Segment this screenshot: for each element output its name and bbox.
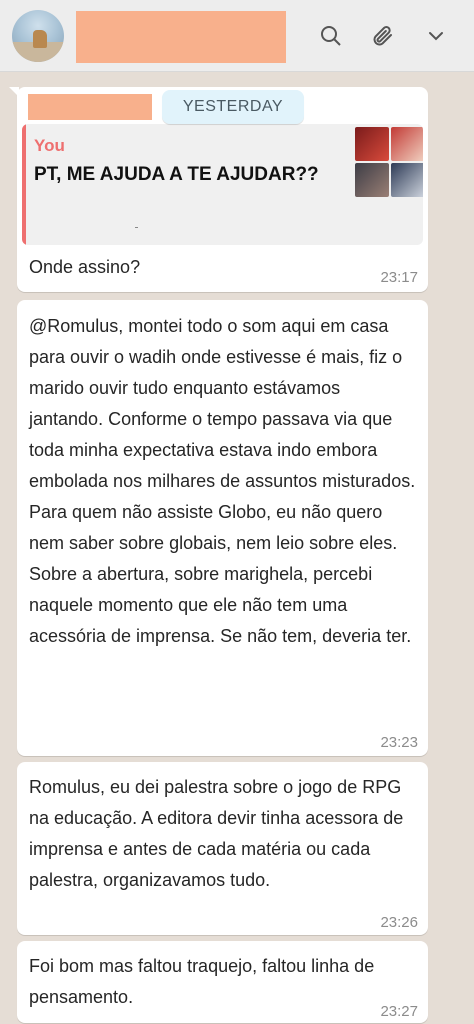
chat-header (0, 0, 474, 72)
message-bubble[interactable]: Romulus, eu dei palestra sobre o jogo de… (17, 762, 428, 935)
paperclip-icon[interactable] (367, 20, 399, 52)
message-time: 23:23 (380, 734, 418, 751)
search-icon[interactable] (315, 20, 347, 52)
quote-thumbnail[interactable] (355, 127, 423, 197)
contact-avatar[interactable] (12, 10, 64, 62)
message-text: @Romulus, montei todo o som aqui em casa… (29, 316, 416, 646)
thumb-tile (391, 163, 423, 197)
date-divider: YESTERDAY (162, 90, 304, 124)
chevron-down-icon[interactable] (420, 20, 452, 52)
thumb-tile (355, 163, 389, 197)
message-text: Onde assino? (29, 257, 141, 277)
message-time: 23:17 (380, 269, 418, 286)
message-text: Foi bom mas faltou traquejo, faltou linh… (29, 956, 375, 1007)
thumb-tile (355, 127, 389, 161)
quote-ellipsis (135, 227, 138, 228)
message-bubble[interactable]: Foi bom mas faltou traquejo, faltou linh… (17, 941, 428, 1023)
message-time: 23:26 (380, 914, 418, 931)
quoted-message[interactable]: You PT, ME AJUDA A TE AJUDAR?? (22, 124, 423, 245)
sender-name (28, 94, 152, 120)
quote-author: You (34, 136, 65, 155)
contact-name[interactable] (76, 11, 286, 63)
message-time: 23:27 (380, 1003, 418, 1020)
thumb-tile (391, 127, 423, 161)
bubble-tail (9, 87, 19, 97)
quote-text: PT, ME AJUDA A TE AJUDAR?? (34, 164, 319, 185)
message-bubble[interactable]: @Romulus, montei todo o som aqui em casa… (17, 300, 428, 756)
chat-area[interactable]: You PT, ME AJUDA A TE AJUDAR?? Onde assi… (0, 73, 474, 1024)
quote-accent-bar (22, 124, 26, 245)
avatar-dog (33, 30, 47, 48)
message-text: Romulus, eu dei palestra sobre o jogo de… (29, 777, 404, 890)
